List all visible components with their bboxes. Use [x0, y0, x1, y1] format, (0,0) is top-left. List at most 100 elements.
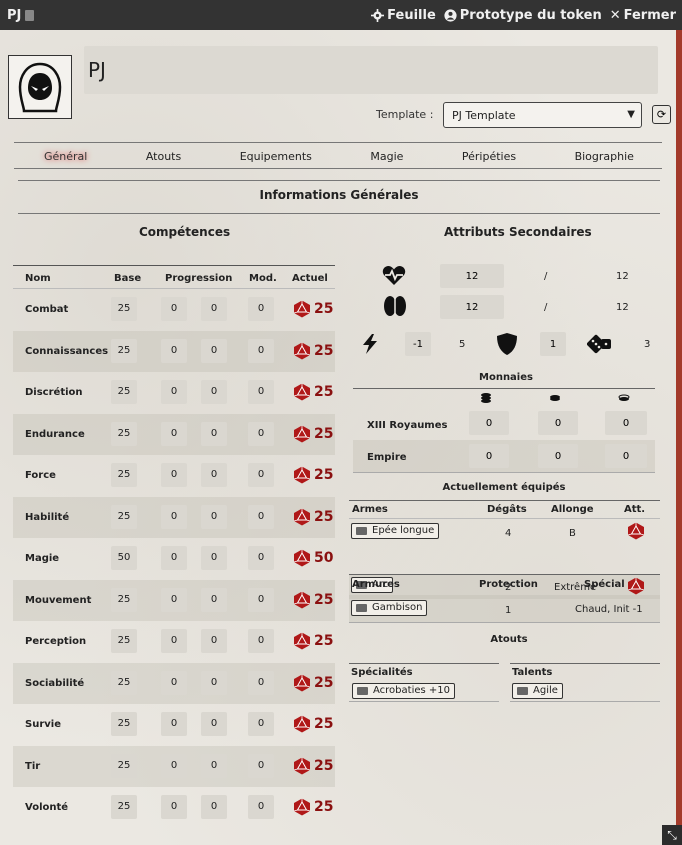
- refresh-template-button[interactable]: ⟳: [652, 105, 671, 124]
- skill-base[interactable]: 25: [111, 463, 137, 487]
- roll-dice-button[interactable]: [293, 425, 311, 443]
- health-current[interactable]: 12: [440, 264, 504, 288]
- roll-dice-button[interactable]: [293, 508, 311, 526]
- skill-progression-1[interactable]: 0: [161, 587, 187, 612]
- skill-base[interactable]: 25: [111, 338, 137, 363]
- skill-progression-1[interactable]: 0: [161, 712, 187, 736]
- money-gold[interactable]: 0: [469, 444, 509, 468]
- skill-base[interactable]: 25: [111, 629, 137, 653]
- skill-progression-2[interactable]: 0: [201, 753, 227, 778]
- skill-mod[interactable]: 0: [248, 712, 274, 736]
- armor-gambison[interactable]: Gambison: [351, 600, 428, 616]
- skill-mod[interactable]: 0: [248, 380, 274, 404]
- roll-dice-button[interactable]: [293, 549, 311, 567]
- roll-dice-button[interactable]: [293, 300, 311, 318]
- skill-progression-2[interactable]: 0: [201, 629, 227, 653]
- skill-progression-1[interactable]: 0: [161, 753, 187, 778]
- tab-general[interactable]: Général: [44, 150, 87, 168]
- tab-peripeties[interactable]: Péripéties: [462, 150, 516, 168]
- close-button[interactable]: ✕ Fermer: [610, 8, 676, 23]
- skill-mod[interactable]: 0: [248, 421, 274, 446]
- skill-progression-2[interactable]: 0: [201, 421, 227, 446]
- roll-dice-button[interactable]: [293, 798, 311, 816]
- money-copper[interactable]: 0: [605, 444, 647, 468]
- skill-base[interactable]: 25: [111, 670, 137, 695]
- money-silver[interactable]: 0: [538, 411, 578, 435]
- armors-divider: [349, 574, 660, 575]
- tab-atouts[interactable]: Atouts: [146, 150, 181, 168]
- skill-base[interactable]: 25: [111, 795, 137, 819]
- skill-progression-1[interactable]: 0: [161, 795, 187, 819]
- skill-base[interactable]: 25: [111, 712, 137, 736]
- skill-progression-2[interactable]: 0: [201, 380, 227, 404]
- skill-mod[interactable]: 0: [248, 629, 274, 653]
- armor-row: Gambison 1 Chaud, Init -1: [349, 595, 660, 623]
- skill-progression-2[interactable]: 0: [201, 670, 227, 695]
- skill-progression-2[interactable]: 0: [201, 587, 227, 612]
- specialite-acrobaties[interactable]: Acrobaties +10: [352, 683, 455, 699]
- skill-base[interactable]: 25: [111, 380, 137, 404]
- skill-progression-2[interactable]: 0: [201, 463, 227, 487]
- skill-row: Magie 50 0 0 0 50: [13, 538, 335, 580]
- roll-dice-button[interactable]: [293, 342, 311, 360]
- sheet-button[interactable]: Feuille: [371, 8, 436, 23]
- token-button[interactable]: Prototype du token: [444, 8, 602, 23]
- skill-progression-2[interactable]: 0: [201, 546, 227, 570]
- skill-mod[interactable]: 0: [248, 795, 274, 819]
- roll-dice-button[interactable]: [293, 757, 311, 775]
- skill-progression-1[interactable]: 0: [161, 463, 187, 487]
- skill-progression-1[interactable]: 0: [161, 670, 187, 695]
- money-silver[interactable]: 0: [538, 444, 578, 468]
- skill-progression-2[interactable]: 0: [201, 504, 227, 529]
- skill-progression-2[interactable]: 0: [201, 795, 227, 819]
- character-name-field[interactable]: PJ: [84, 46, 658, 94]
- skill-base[interactable]: 25: [111, 297, 137, 321]
- mind-current[interactable]: 12: [440, 295, 504, 319]
- skill-mod[interactable]: 0: [248, 338, 274, 363]
- tab-magie[interactable]: Magie: [370, 150, 403, 168]
- skill-mod[interactable]: 0: [248, 504, 274, 529]
- skill-progression-2[interactable]: 0: [201, 712, 227, 736]
- skill-progression-1[interactable]: 0: [161, 297, 187, 321]
- lightning-icon: [363, 334, 377, 354]
- skill-progression-1[interactable]: 0: [161, 338, 187, 363]
- skill-progression-1[interactable]: 0: [161, 380, 187, 404]
- skill-base[interactable]: 25: [111, 587, 137, 612]
- skill-progression-1[interactable]: 0: [161, 629, 187, 653]
- tab-equipements[interactable]: Equipements: [240, 150, 312, 168]
- money-gold[interactable]: 0: [469, 411, 509, 435]
- energy-mod[interactable]: -1: [405, 332, 431, 356]
- money-copper[interactable]: 0: [605, 411, 647, 435]
- armor-value[interactable]: 1: [540, 332, 566, 356]
- resize-handle[interactable]: ⤡: [662, 825, 682, 845]
- template-select[interactable]: PJ Template ▼: [443, 102, 642, 128]
- skill-progression-1[interactable]: 0: [161, 421, 187, 446]
- skill-base[interactable]: 25: [111, 504, 137, 529]
- weapon-epee-longue[interactable]: Epée longue: [351, 523, 440, 539]
- skill-mod[interactable]: 0: [248, 297, 274, 321]
- skill-base[interactable]: 25: [111, 753, 137, 778]
- character-avatar[interactable]: [8, 55, 72, 119]
- d20-icon: [293, 466, 311, 484]
- skill-progression-2[interactable]: 0: [201, 297, 227, 321]
- roll-dice-button[interactable]: [293, 383, 311, 401]
- roll-dice-button[interactable]: [293, 674, 311, 692]
- skill-base[interactable]: 50: [111, 546, 137, 570]
- roll-dice-button[interactable]: [293, 632, 311, 650]
- skill-progression-2[interactable]: 0: [201, 338, 227, 363]
- skill-progression-1[interactable]: 0: [161, 504, 187, 529]
- scrollbar[interactable]: [676, 30, 682, 845]
- skill-mod[interactable]: 0: [248, 753, 274, 778]
- talent-agile[interactable]: Agile: [512, 683, 563, 699]
- tab-biographie[interactable]: Biographie: [575, 150, 634, 168]
- skill-mod[interactable]: 0: [248, 463, 274, 487]
- roll-dice-button[interactable]: [293, 591, 311, 609]
- window-titlebar[interactable]: PJ Feuille Prototype du token ✕ Fermer: [0, 0, 682, 30]
- skill-progression-1[interactable]: 0: [161, 546, 187, 570]
- skill-base[interactable]: 25: [111, 421, 137, 446]
- roll-dice-button[interactable]: [293, 466, 311, 484]
- roll-dice-button[interactable]: [293, 715, 311, 733]
- skill-mod[interactable]: 0: [248, 546, 274, 570]
- skill-mod[interactable]: 0: [248, 587, 274, 612]
- skill-mod[interactable]: 0: [248, 670, 274, 695]
